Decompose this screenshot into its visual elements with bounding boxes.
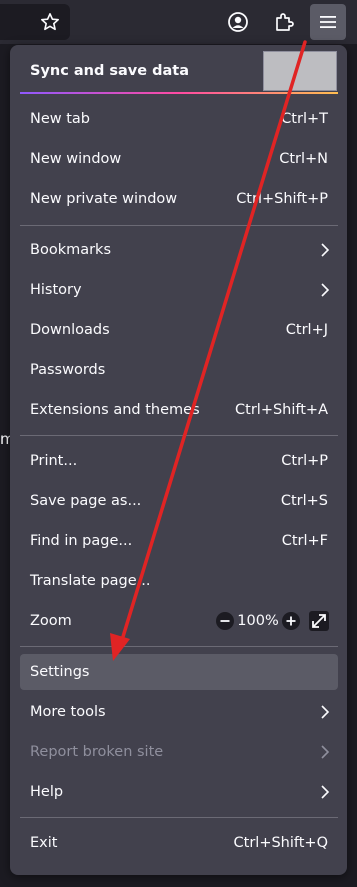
zoom-in-icon[interactable] [280, 610, 302, 632]
menu-item-new-private-window[interactable]: New private window Ctrl+Shift+P [20, 181, 338, 217]
menu-item-label: New tab [30, 111, 91, 127]
menu-item-label: Settings [30, 664, 90, 680]
menu-separator [20, 225, 338, 226]
menu-item-find-in-page[interactable]: Find in page... Ctrl+F [20, 523, 338, 559]
menu-item-shortcut: Ctrl+Shift+Q [233, 835, 328, 851]
menu-item-history[interactable]: History [20, 272, 338, 308]
menu-item-translate-page[interactable]: Translate page... [20, 563, 338, 599]
menu-item-passwords[interactable]: Passwords [20, 352, 338, 388]
menu-item-shortcut: Ctrl+T [281, 111, 328, 127]
menu-item-label: Zoom [30, 613, 72, 629]
menu-item-report-broken-site: Report broken site [20, 734, 338, 770]
menu-item-exit[interactable]: Exit Ctrl+Shift+Q [20, 825, 338, 861]
menu-item-label: History [30, 282, 82, 298]
chevron-right-icon [320, 242, 338, 258]
hamburger-icon[interactable] [310, 4, 346, 40]
menu-item-label: Print... [30, 453, 78, 469]
menu-item-label: Find in page... [30, 533, 133, 549]
menu-separator [20, 646, 338, 647]
chevron-right-icon [320, 784, 338, 800]
chevron-right-icon [320, 282, 338, 298]
menu-item-shortcut: Ctrl+F [281, 533, 328, 549]
puzzle-icon[interactable] [268, 6, 300, 38]
star-icon[interactable] [34, 6, 66, 38]
menu-item-label: Bookmarks [30, 242, 112, 258]
menu-item-more-tools[interactable]: More tools [20, 694, 338, 730]
menu-item-shortcut: Ctrl+P [281, 453, 328, 469]
menu-item-print[interactable]: Print... Ctrl+P [20, 443, 338, 479]
menu-item-label: Save page as... [30, 493, 142, 509]
menu-item-shortcut: Ctrl+S [280, 493, 328, 509]
account-icon[interactable] [222, 6, 254, 38]
menu-item-shortcut: Ctrl+Shift+P [236, 191, 328, 207]
menu-separator [20, 817, 338, 818]
menu-item-label: Report broken site [30, 744, 164, 760]
sync-avatar-image [263, 51, 337, 91]
menu-item-label: More tools [30, 704, 106, 720]
sync-title: Sync and save data [30, 63, 190, 79]
browser-toolbar [0, 0, 357, 44]
menu-item-label: Exit [30, 835, 58, 851]
gradient-separator [20, 92, 338, 94]
zoom-out-icon[interactable] [214, 610, 236, 632]
menu-item-label: Passwords [30, 362, 106, 378]
menu-item-help[interactable]: Help [20, 774, 338, 810]
menu-item-label: Help [30, 784, 64, 800]
menu-separator [20, 435, 338, 436]
menu-item-bookmarks[interactable]: Bookmarks [20, 232, 338, 268]
app-menu-panel: Sync and save data New tab Ctrl+T New wi… [10, 45, 347, 875]
menu-item-shortcut: Ctrl+J [285, 322, 328, 338]
menu-item-label: Downloads [30, 322, 110, 338]
menu-item-label: New private window [30, 191, 178, 207]
menu-item-new-window[interactable]: New window Ctrl+N [20, 141, 338, 177]
fullscreen-icon[interactable] [306, 608, 332, 634]
menu-item-save-page-as[interactable]: Save page as... Ctrl+S [20, 483, 338, 519]
zoom-level[interactable]: 100% [236, 613, 280, 629]
chevron-right-icon [320, 744, 338, 760]
menu-item-settings[interactable]: Settings [20, 654, 338, 690]
zoom-controls: 100% [214, 608, 338, 634]
sync-header[interactable]: Sync and save data [20, 49, 337, 93]
menu-item-zoom: Zoom 100% [20, 603, 338, 639]
chevron-right-icon [320, 704, 338, 720]
menu-item-label: New window [30, 151, 122, 167]
menu-item-shortcut: Ctrl+N [279, 151, 328, 167]
menu-item-extensions-and-themes[interactable]: Extensions and themes Ctrl+Shift+A [20, 392, 338, 428]
menu-item-shortcut: Ctrl+Shift+A [235, 402, 328, 418]
menu-item-label: Translate page... [30, 573, 151, 589]
menu-item-new-tab[interactable]: New tab Ctrl+T [20, 101, 338, 137]
menu-item-label: Extensions and themes [30, 402, 200, 418]
menu-item-downloads[interactable]: Downloads Ctrl+J [20, 312, 338, 348]
